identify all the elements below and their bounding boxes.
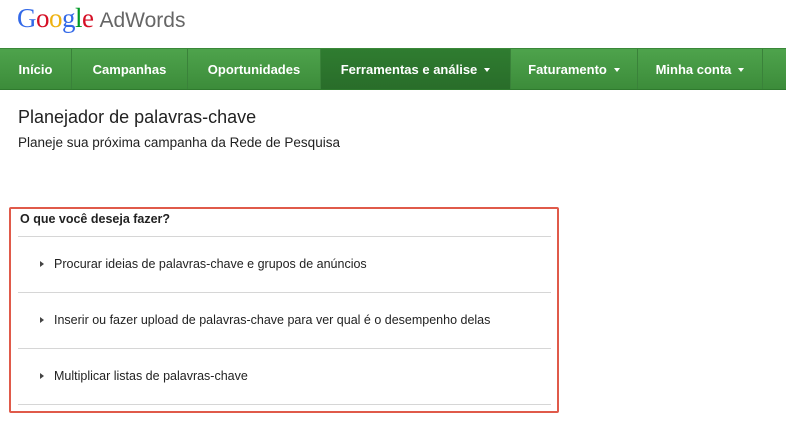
divider	[18, 404, 551, 405]
option-label: Procurar ideias de palavras-chave e grup…	[54, 257, 367, 271]
option-label: Inserir ou fazer upload de palavras-chav…	[54, 313, 491, 327]
nav-tab-label: Campanhas	[92, 61, 167, 77]
option-enter-upload-keywords[interactable]: Inserir ou fazer upload de palavras-chav…	[18, 293, 551, 347]
google-adwords-logo[interactable]: Google AdWords	[17, 3, 185, 37]
triangle-right-icon	[40, 373, 44, 379]
nav-tab-minha-conta[interactable]: Minha conta	[638, 49, 763, 89]
page-subtitle: Planeje sua próxima campanha da Rede de …	[18, 135, 340, 150]
triangle-right-icon	[40, 261, 44, 267]
nav-tab-label: Ferramentas e análise	[340, 61, 478, 77]
nav-tab-label: Minha conta	[655, 61, 732, 77]
product-name: AdWords	[99, 9, 186, 32]
nav-tab-label: Faturamento	[528, 61, 607, 77]
main-nav: Início Campanhas Oportunidades Ferrament…	[0, 48, 786, 90]
nav-tab-oportunidades[interactable]: Oportunidades	[188, 49, 321, 89]
option-search-keyword-ideas[interactable]: Procurar ideias de palavras-chave e grup…	[18, 237, 551, 291]
nav-tab-inicio[interactable]: Início	[0, 49, 72, 89]
option-label: Multiplicar listas de palavras-chave	[54, 369, 248, 383]
triangle-right-icon	[40, 317, 44, 323]
nav-tab-faturamento[interactable]: Faturamento	[511, 49, 638, 89]
chevron-down-icon	[738, 67, 745, 72]
chevron-down-icon	[613, 67, 620, 72]
google-wordmark: Google	[17, 3, 94, 33]
nav-tab-campanhas[interactable]: Campanhas	[72, 49, 188, 89]
page-title: Planejador de palavras-chave	[18, 107, 257, 127]
keyword-planner-options-panel: O que você deseja fazer? Procurar ideias…	[9, 207, 559, 413]
panel-heading: O que você deseja fazer?	[20, 212, 171, 226]
nav-tab-label: Oportunidades	[207, 61, 301, 77]
option-multiply-keyword-lists[interactable]: Multiplicar listas de palavras-chave	[18, 349, 551, 403]
chevron-down-icon	[484, 67, 491, 72]
nav-tab-label: Início	[18, 61, 53, 77]
nav-tab-ferramentas[interactable]: Ferramentas e análise	[321, 49, 511, 89]
